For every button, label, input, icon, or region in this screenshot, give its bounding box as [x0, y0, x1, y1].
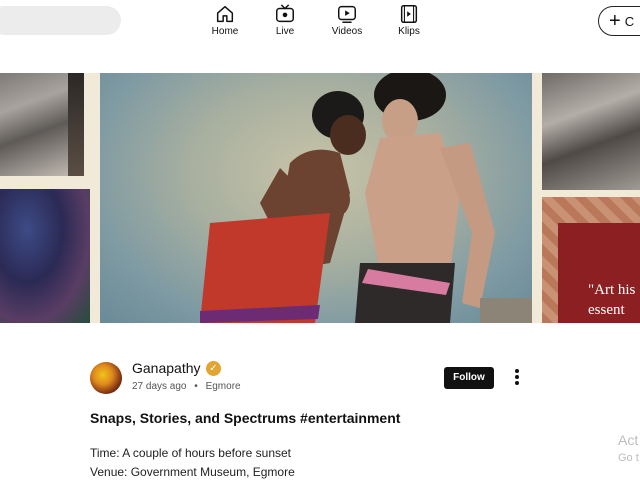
- collage-photo-left-bottom: [0, 189, 90, 323]
- meta-separator: •: [194, 381, 198, 392]
- activate-windows-watermark-line1: Act: [618, 432, 639, 448]
- nav-home-label: Home: [211, 26, 239, 37]
- collage-photo-left-top-edge: [68, 73, 84, 176]
- verified-badge-icon: ✓: [206, 361, 221, 376]
- author-avatar[interactable]: [90, 362, 122, 394]
- search-input[interactable]: [0, 6, 121, 35]
- film-strip-icon: [400, 5, 418, 23]
- plus-icon: +: [609, 10, 621, 32]
- banner-quote-line2: essent: [588, 302, 625, 318]
- main-photo-figures: [200, 73, 532, 323]
- nav-videos[interactable]: Videos: [319, 3, 375, 37]
- nav-live-label: Live: [275, 26, 295, 37]
- post-title: Snaps, Stories, and Spectrums #entertain…: [90, 410, 401, 426]
- post-location[interactable]: Egmore: [206, 381, 241, 392]
- follow-button[interactable]: Follow: [444, 367, 494, 389]
- activate-windows-watermark-line2: Go t: [618, 452, 639, 464]
- nav-klips-label: Klips: [398, 26, 420, 37]
- banner-quote: "Art his essent: [588, 280, 635, 320]
- nav-home[interactable]: Home: [197, 3, 253, 37]
- post-meta: 27 days ago • Egmore: [132, 381, 241, 392]
- nav-klips[interactable]: Klips: [381, 3, 437, 37]
- create-button[interactable]: + C: [598, 6, 640, 36]
- home-icon: [216, 5, 234, 23]
- post-body-line-1: Time: A couple of hours before sunset: [90, 446, 292, 460]
- top-bar: Home Live Videos Klips + C: [0, 0, 640, 44]
- post-age: 27 days ago: [132, 381, 187, 392]
- video-play-icon: [338, 5, 356, 23]
- collage-photo-right-top: [542, 73, 640, 190]
- nav-videos-label: Videos: [331, 26, 363, 37]
- more-options-icon[interactable]: [510, 368, 524, 388]
- nav-live[interactable]: Live: [257, 3, 313, 37]
- banner-quote-line1: "Art his: [588, 282, 636, 298]
- live-tv-icon: [276, 4, 294, 23]
- photo-collage[interactable]: "Art his essent: [0, 73, 640, 323]
- author-name[interactable]: Ganapathy: [132, 360, 201, 376]
- post-body-line-2: Venue: Government Museum, Egmore: [90, 465, 295, 479]
- create-button-label: C: [624, 13, 635, 29]
- collage-photo-main: [100, 73, 532, 323]
